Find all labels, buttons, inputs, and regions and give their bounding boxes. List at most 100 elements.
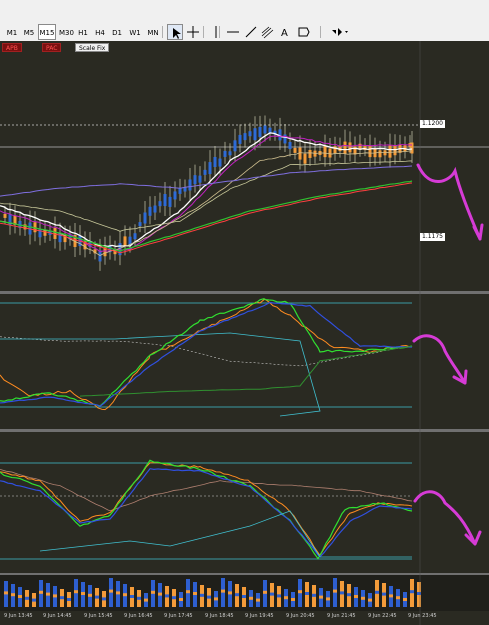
candle-body [168, 196, 172, 207]
candle-body [128, 236, 132, 245]
annotation-arrow [412, 334, 468, 385]
candle-body [378, 150, 382, 158]
volume-bar-segment [305, 592, 309, 595]
volume-bar-segment [18, 595, 22, 598]
volume-bar-segment [88, 593, 92, 597]
chart-canvas[interactable] [0, 41, 489, 625]
volume-bar-segment [382, 592, 386, 596]
candle-body [308, 149, 312, 158]
volume-bar-segment [396, 596, 400, 600]
candle-body [213, 156, 217, 167]
svg-text:A: A [281, 28, 288, 39]
price-label-lower: 1.1175 [420, 233, 445, 241]
timeframe-mn[interactable]: MN [145, 24, 161, 40]
timeframe-m15[interactable]: M15 [38, 24, 56, 40]
vertical-line-icon[interactable] [208, 24, 224, 40]
volume-bar-segment [102, 597, 106, 601]
candle-body [288, 141, 292, 149]
volume-bar-segment [144, 598, 148, 602]
volume-bar-segment [32, 598, 36, 602]
chart-window[interactable]: APB PAC Scale Fix 1.1200 1.1175 9 Jun 13… [0, 41, 489, 625]
toolbar-separator [162, 26, 163, 38]
volume-bar-segment [368, 598, 372, 602]
candle-body [178, 187, 182, 194]
volume-bar-segment [165, 594, 169, 598]
volume-bar-segment [410, 590, 414, 594]
timeframe-h1[interactable]: H1 [75, 24, 91, 40]
osc1-step-line [0, 332, 321, 417]
candle-body [173, 191, 177, 200]
volume-bar-segment [60, 596, 64, 600]
volume-bar-segment [193, 592, 197, 595]
toolbar: M1 M5 M15 M30 H1 H4 D1 W1 MN A [0, 0, 489, 42]
volume-bar-segment [326, 597, 330, 601]
candle-body [123, 236, 127, 247]
pac-button[interactable]: PAC [42, 43, 62, 52]
apb-button[interactable]: APB [2, 43, 22, 52]
candle-body [293, 147, 297, 153]
candle-body [158, 201, 162, 207]
trendline-icon[interactable] [243, 24, 259, 40]
text-icon[interactable]: A [277, 24, 293, 40]
cursor-icon[interactable] [167, 24, 183, 40]
timeframe-m30[interactable]: M30 [58, 24, 74, 40]
candle-body [188, 179, 192, 191]
volume-bar-segment [172, 596, 176, 600]
crosshair-icon[interactable] [185, 24, 201, 40]
volume-bar-segment [319, 595, 323, 599]
volume-bar-segment [116, 591, 120, 595]
time-label: 9 Jun 22:45 [368, 613, 397, 619]
volume-bar-segment [298, 590, 302, 594]
volume-bar-segment [235, 593, 239, 597]
timeframe-d1[interactable]: D1 [109, 24, 125, 40]
volume-bar-segment [25, 596, 29, 600]
candle-body [193, 175, 197, 185]
volume-bar-segment [46, 592, 50, 596]
timeframe-h4[interactable]: H4 [92, 24, 108, 40]
fibonacci-channel-icon[interactable] [259, 24, 275, 40]
candle-body [228, 151, 232, 156]
candle-body [53, 227, 57, 239]
candle-body [258, 126, 262, 137]
timeframe-w1[interactable]: W1 [127, 24, 143, 40]
text-label-icon[interactable] [296, 24, 312, 40]
timeframe-m1[interactable]: M1 [4, 24, 20, 40]
osc1-orange-line [0, 298, 413, 411]
candle-body [183, 187, 187, 192]
volume-bar-segment [389, 594, 393, 598]
volume-bar-segment [228, 591, 232, 595]
candle-body [153, 205, 157, 213]
volume-bar-segment [354, 595, 358, 598]
candle-body [343, 141, 347, 154]
time-label: 9 Jun 21:45 [327, 613, 356, 619]
candle-body [3, 213, 7, 218]
candle-body [118, 243, 122, 256]
osc1-darkgreen-line [79, 345, 413, 397]
candle-body [368, 146, 372, 158]
time-label: 9 Jun 13:45 [4, 613, 33, 619]
time-label: 9 Jun 20:45 [286, 613, 315, 619]
volume-bar-segment [151, 590, 155, 594]
timeframe-m5[interactable]: M5 [21, 24, 37, 40]
volume-bar-segment [361, 596, 365, 600]
candle-body [263, 125, 267, 134]
volume-bar-segment [221, 589, 225, 593]
osc2-orange-line [0, 462, 413, 557]
volume-bar-segment [270, 592, 274, 596]
annotation-arrow [416, 163, 484, 241]
volume-bar-segment [39, 590, 43, 594]
volume-bar-segment [81, 592, 85, 595]
candle-body [198, 175, 202, 183]
volume-bar-segment [256, 598, 260, 602]
horizontal-line-icon[interactable] [225, 24, 241, 40]
ma-tan-line [0, 150, 413, 256]
time-label: 9 Jun 18:45 [205, 613, 234, 619]
volume-bar-segment [11, 593, 15, 597]
volume-bar-segment [200, 593, 204, 597]
volume-bar-segment [277, 594, 281, 598]
time-label: 9 Jun 23:45 [408, 613, 437, 619]
shapes-dropdown-icon[interactable] [330, 24, 350, 40]
volume-bar-segment [186, 590, 190, 594]
scale-fix-button[interactable]: Scale Fix [75, 43, 110, 52]
candle-body [233, 140, 237, 152]
